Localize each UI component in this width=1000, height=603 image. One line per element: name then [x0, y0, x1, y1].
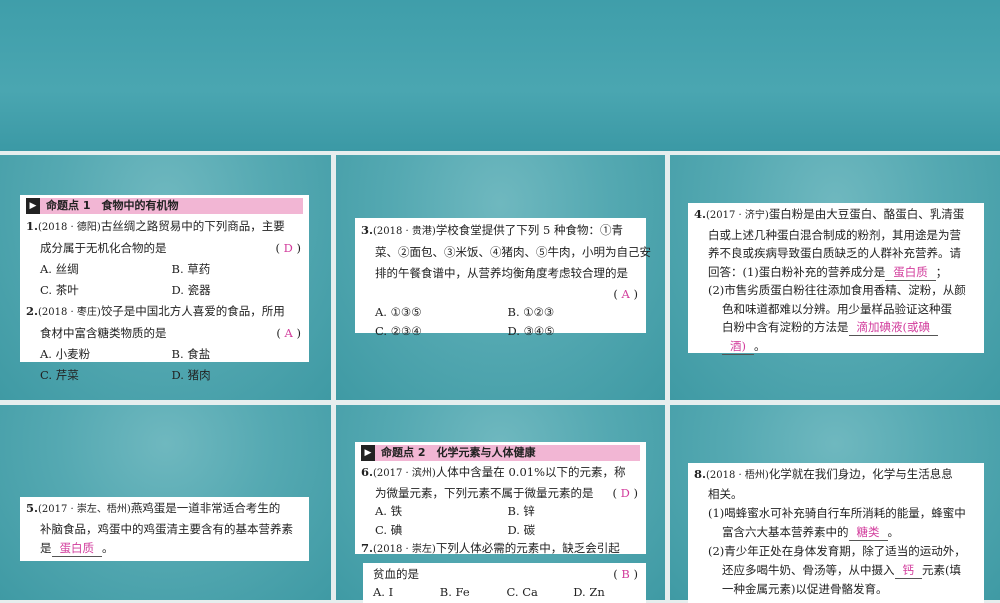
question-card-3: 3.(2018 · 贵港)学校食堂提供了下列 5 种食物：①青 菜、②面包、③米…	[355, 218, 651, 338]
answer-blank: 蛋白质	[51, 540, 102, 557]
answer-blank: 滴加碘液(或碘	[848, 319, 938, 336]
answer-blank: 钙	[894, 562, 922, 579]
answer-blank: 蛋白质	[885, 264, 936, 281]
question-card-6-7: ▶ 命题点 2 化学元素与人体健康 6.(2017 · 滨州)人体中含量在 0.0…	[355, 442, 646, 555]
question-card-5: 5.(2017 · 崇左、梧州)燕鸡蛋是一道非常适合考生的 补脑食品，鸡蛋中的鸡…	[20, 497, 309, 561]
question-card-4: 4.(2017 · 济宁)蛋白粉是由大豆蛋白、酪蛋白、乳清蛋 白或上述几种蛋白混…	[688, 203, 984, 355]
answer: D	[620, 485, 630, 500]
play-icon: ▶	[26, 198, 40, 214]
question-card-8: 8.(2018 · 梧州)化学就在我们身边，化学与生活息息 相关。 (1)喝蜂蜜…	[688, 463, 984, 603]
answer: B	[621, 567, 630, 581]
question-card-1-2: ▶ 命题点 1 食物中的有机物 1.(2018 · 德阳)古丝绸之路贸易中的下列商…	[20, 195, 309, 382]
answer: D	[283, 241, 293, 255]
top-banner	[0, 0, 1000, 151]
answer: A	[621, 287, 630, 301]
section-header: ▶ 命题点 2 化学元素与人体健康	[361, 445, 640, 461]
answer: A	[284, 326, 293, 340]
answer-blank: 糖类	[848, 524, 888, 541]
answer-blank: 酒)	[722, 338, 754, 355]
question-card-7-continued: 贫血的是( B ) A. I B. Fe C. Ca D. Zn	[363, 563, 646, 603]
section-header: ▶ 命题点 1 食物中的有机物	[26, 198, 303, 214]
play-icon: ▶	[361, 445, 375, 461]
